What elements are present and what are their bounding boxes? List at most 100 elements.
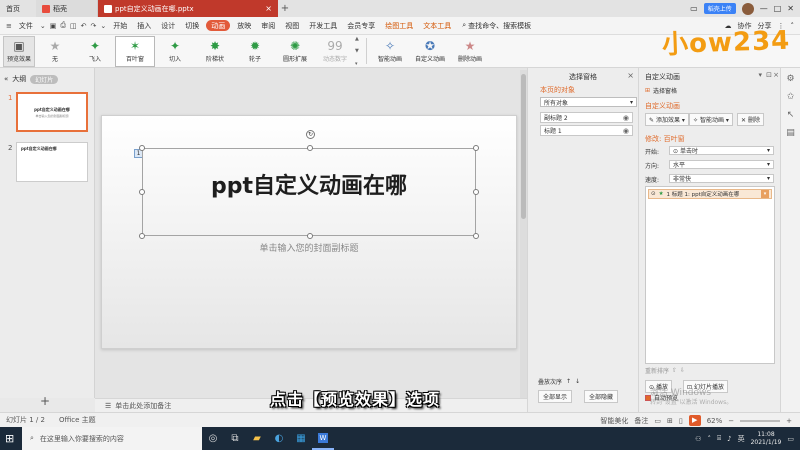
menu-design[interactable]: 设计 xyxy=(156,17,180,35)
menu-developer[interactable]: 开发工具 xyxy=(304,17,342,35)
chevron-down-icon[interactable]: ⌄ xyxy=(38,22,48,30)
tab-slides[interactable]: 幻灯片 xyxy=(30,74,59,84)
object-item-title[interactable]: 标题 1 ◉ xyxy=(540,125,633,136)
add-effect-button[interactable]: ✎ 添加效果 ▾ xyxy=(645,113,689,126)
zoom-level[interactable]: 62% xyxy=(707,417,723,425)
sorter-view-icon[interactable]: ⊞ xyxy=(667,417,673,425)
minimize-icon[interactable]: — xyxy=(760,4,768,13)
clock[interactable]: 11:08 2021/1/19 xyxy=(751,431,782,447)
wps-app-icon[interactable]: W xyxy=(312,427,334,450)
avatar[interactable] xyxy=(741,2,754,15)
menu-member[interactable]: 会员专享 xyxy=(342,17,380,35)
chevron-down-icon[interactable]: ▾ xyxy=(761,190,769,198)
slide-thumbnail-2[interactable]: ppt自定义动画在哪 xyxy=(16,142,88,182)
arrow-up-icon[interactable]: ↑ xyxy=(566,378,571,385)
select-cursor-icon[interactable]: ↖ xyxy=(787,110,795,120)
menu-transition[interactable]: 切换 xyxy=(180,17,204,35)
anim-stairs-button[interactable]: ✸ 阶梯状 xyxy=(195,36,235,67)
slide-subtitle[interactable]: 单击输入您的封面副标题 xyxy=(102,241,516,254)
undo-icon[interactable]: ↶ xyxy=(79,22,89,30)
scrollbar-thumb[interactable] xyxy=(521,74,526,219)
command-search[interactable]: ⌕ 查找命令、搜索模板 xyxy=(462,21,531,31)
menu-insert[interactable]: 插入 xyxy=(132,17,156,35)
people-icon[interactable]: ⚇ xyxy=(695,435,701,443)
animation-star-icon[interactable]: ✩ xyxy=(787,92,795,102)
edge-browser-icon[interactable]: ◐ xyxy=(268,427,290,450)
tab-document[interactable]: ppt自定义动画在哪.pptx × xyxy=(98,0,278,17)
network-icon[interactable]: ⌸ xyxy=(717,434,721,443)
close-window-icon[interactable]: ✕ xyxy=(787,4,794,13)
store-icon[interactable]: ▦ xyxy=(290,427,312,450)
smart-animation-button[interactable]: ✧ 智能动画 xyxy=(370,36,410,67)
hide-all-button[interactable]: 全部隐藏 xyxy=(584,390,619,403)
resize-handle[interactable] xyxy=(139,145,145,151)
menu-animation[interactable]: 动画 xyxy=(206,20,231,31)
redo-icon[interactable]: ↷ xyxy=(88,22,98,30)
smart-anim-button[interactable]: ✧ 智能动画 ▾ xyxy=(689,113,733,126)
new-tab-button[interactable]: + xyxy=(278,0,292,17)
tab-home[interactable]: 首页 xyxy=(0,0,36,17)
resize-handle[interactable] xyxy=(307,233,313,239)
close-icon[interactable]: × xyxy=(773,71,779,79)
windows-start-icon[interactable]: ⊞ xyxy=(5,432,14,445)
anim-none-button[interactable]: ★ 无 xyxy=(35,36,75,67)
play-slideshow-icon[interactable]: ▶ xyxy=(688,415,701,426)
close-icon[interactable]: × xyxy=(627,71,634,80)
menu-slideshow[interactable]: 放映 xyxy=(232,17,256,35)
settings-sliders-icon[interactable]: ⚙ xyxy=(786,74,794,84)
upload-button[interactable]: 稻壳上传 xyxy=(703,3,736,14)
menu-review[interactable]: 审阅 xyxy=(256,17,280,35)
resize-handle[interactable] xyxy=(307,145,313,151)
chevron-down-icon[interactable]: ⌄ xyxy=(98,22,108,30)
animation-entry[interactable]: ⊙ ★ 1 标题 1: ppt自定义动画在哪 ▾ xyxy=(648,189,772,199)
chevron-down-icon[interactable]: ▾ xyxy=(758,71,762,79)
eye-icon[interactable]: ◉ xyxy=(623,127,629,135)
chevron-up-icon[interactable]: ˄ xyxy=(791,22,795,30)
speed-select[interactable]: 非常快 ▾ xyxy=(669,174,774,183)
start-select[interactable]: ⊙ 单击时 ▾ xyxy=(669,146,774,155)
resize-handle[interactable] xyxy=(139,233,145,239)
anim-blinds-button[interactable]: ✶ 百叶窗 xyxy=(115,35,155,67)
preview-effect-button[interactable]: ▣ 预览效果 xyxy=(3,35,35,67)
notes-toggle[interactable]: 备注 xyxy=(634,416,648,426)
monitor-icon[interactable]: ▭ xyxy=(690,4,698,13)
rotate-handle[interactable]: ↻ xyxy=(306,130,315,139)
notification-icon[interactable]: ▭ xyxy=(787,435,794,443)
slide-canvas[interactable]: ↻ 1 ppt自定义动画在哪 单击输入您的封面副标题 xyxy=(101,115,517,349)
save-icon[interactable]: ▣ xyxy=(48,22,59,30)
tab-outline[interactable]: 大纲 xyxy=(12,74,26,84)
normal-view-icon[interactable]: ▭ xyxy=(654,417,661,425)
zoom-in-icon[interactable]: + xyxy=(786,417,792,425)
anim-number-button[interactable]: 99 动态数字 xyxy=(315,36,355,67)
tab-docer[interactable]: 稻壳 xyxy=(36,0,98,17)
menu-start[interactable]: 开始 xyxy=(108,17,132,35)
anim-fly-in-button[interactable]: ✦ 飞入 xyxy=(75,36,115,67)
reading-view-icon[interactable]: ▯ xyxy=(679,417,683,425)
select-pane-link[interactable]: ⊞ 选择窗格 xyxy=(645,86,677,95)
resize-handle[interactable] xyxy=(473,233,479,239)
volume-icon[interactable]: ♪ xyxy=(727,435,731,443)
beautify-button[interactable]: 智能美化 xyxy=(600,416,628,426)
arrow-down-icon[interactable]: ↓ xyxy=(575,378,580,385)
menu-drawing-tools[interactable]: 绘图工具 xyxy=(380,17,418,35)
delete-animation-button[interactable]: ★ 删除动画 xyxy=(450,36,490,67)
anim-peek-in-button[interactable]: ✦ 切入 xyxy=(155,36,195,67)
chevron-up-icon[interactable]: ▲ xyxy=(355,36,363,42)
arrow-up-icon[interactable]: ⇧ xyxy=(672,367,677,374)
delete-button[interactable]: ✕ 删除 xyxy=(737,113,764,126)
zoom-out-icon[interactable]: − xyxy=(728,417,734,425)
arrow-down-icon[interactable]: ⇩ xyxy=(680,367,685,374)
anim-circle-button[interactable]: ✺ 圆形扩展 xyxy=(275,36,315,67)
menu-view[interactable]: 视图 xyxy=(280,17,304,35)
print-icon[interactable]: ⎙ xyxy=(58,21,68,30)
anim-wheel-button[interactable]: ✹ 轮子 xyxy=(235,36,275,67)
zoom-slider[interactable] xyxy=(740,419,781,422)
task-view-icon[interactable]: ◎ xyxy=(202,427,224,450)
vertical-scrollbar[interactable] xyxy=(520,70,527,398)
task-switch-icon[interactable]: ⧉ xyxy=(224,427,246,450)
close-tab-icon[interactable]: × xyxy=(265,4,272,13)
add-slide-button[interactable]: + xyxy=(40,394,50,408)
object-filter-select[interactable]: 所有对象 ▾ xyxy=(540,97,637,107)
menu-file[interactable]: 文件 xyxy=(14,17,38,35)
chevron-up-icon[interactable]: ˄ xyxy=(707,435,711,443)
